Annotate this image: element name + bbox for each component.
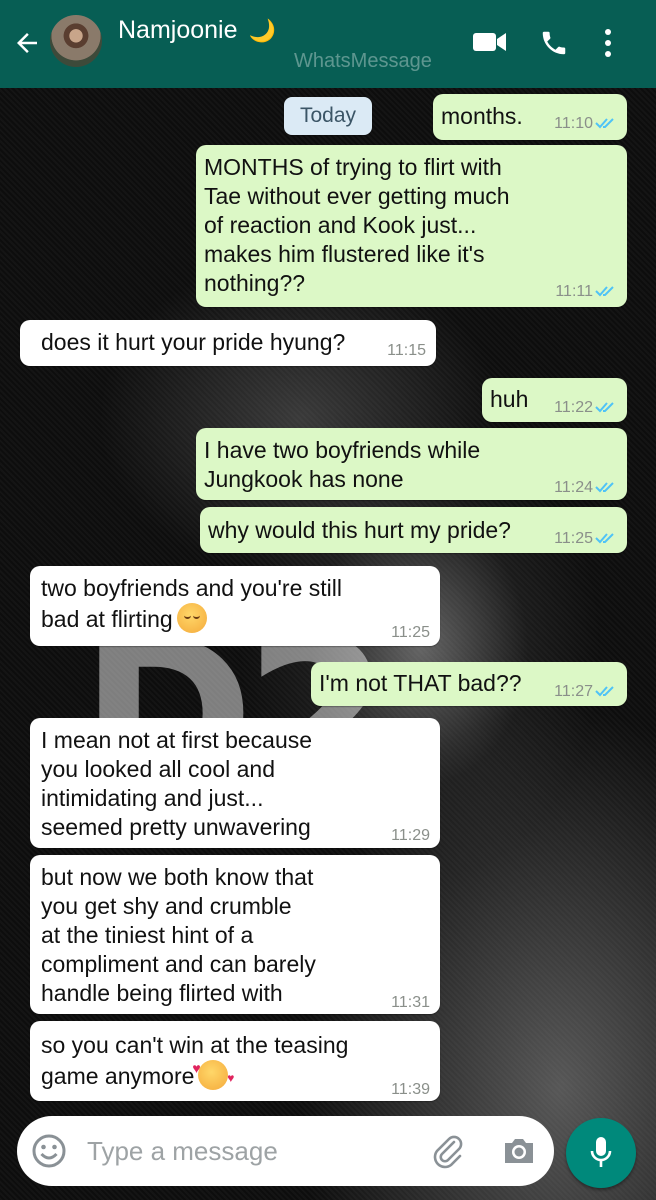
message-bubble-outgoing[interactable]: why would this hurt my pride? 11:25 — [200, 507, 627, 553]
read-receipt-icon — [595, 118, 614, 129]
message-time: 11:15 — [387, 342, 426, 359]
message-text: huh — [490, 386, 529, 412]
read-receipt-icon — [595, 533, 614, 544]
message-input[interactable]: Type a message — [87, 1136, 278, 1167]
message-bubble-incoming[interactable]: does it hurt your pride hyung? 11:15 — [20, 320, 436, 366]
message-text-line: of reaction and Kook just... — [204, 212, 477, 238]
message-text: I'm not THAT bad?? — [319, 670, 522, 696]
message-time: 11:24 — [554, 479, 593, 496]
paperclip-icon[interactable] — [430, 1133, 466, 1169]
message-bubble-incoming[interactable]: so you can't win at the teasing game any… — [30, 1021, 440, 1101]
message-text: game anymore — [41, 1063, 195, 1089]
read-receipt-icon — [595, 686, 614, 697]
read-receipt-icon — [595, 286, 614, 297]
crescent-moon-icon: 🌙 — [248, 18, 276, 43]
message-text: bad at flirting — [41, 606, 173, 632]
message-time: 11:27 — [554, 683, 593, 700]
message-bubble-outgoing[interactable]: MONTHS of trying to flirt with Tae witho… — [196, 145, 627, 307]
message-bubble-outgoing[interactable]: I have two boyfriends while Jungkook has… — [196, 428, 627, 500]
message-text-line: Jungkook has none — [204, 466, 404, 492]
camera-icon[interactable] — [501, 1133, 537, 1169]
microphone-icon — [590, 1137, 612, 1167]
message-bubble-incoming[interactable]: two boyfriends and you're still bad at f… — [30, 566, 440, 646]
contact-name-label[interactable]: Namjoonie 🌙 — [118, 16, 276, 45]
message-text-line-with-emoji: game anymore — [41, 1054, 348, 1093]
read-receipt-icon — [595, 402, 614, 413]
message-text-line: you get shy and crumble — [41, 893, 292, 919]
message-time: 11:25 — [554, 530, 593, 547]
message-text-line: at the tiniest hint of a — [41, 922, 254, 948]
message-text-line: two boyfriends and you're still — [41, 575, 342, 601]
message-time: 11:31 — [391, 994, 430, 1011]
read-receipt-icon — [595, 482, 614, 493]
emoji-picker-icon[interactable] — [31, 1133, 67, 1169]
message-bubble-incoming[interactable]: but now we both know that you get shy an… — [30, 855, 440, 1014]
message-text-line: MONTHS of trying to flirt with — [204, 154, 502, 180]
message-text-line: handle being flirted with — [41, 980, 283, 1006]
voice-record-button[interactable] — [566, 1118, 636, 1188]
message-text-line: Tae without ever getting much — [204, 183, 510, 209]
message-text-line: you looked all cool and — [41, 756, 275, 782]
video-call-icon[interactable] — [472, 28, 508, 56]
message-text-line: makes him flustered like it's — [204, 241, 485, 267]
message-text-line: intimidating and just... — [41, 785, 264, 811]
message-bubble-outgoing[interactable]: huh 11:22 — [482, 378, 627, 422]
voice-call-icon[interactable] — [539, 28, 569, 58]
message-text-line: nothing?? — [204, 270, 306, 296]
message-text-line: I have two boyfriends while — [204, 437, 481, 463]
app-watermark: WhatsMessage — [294, 50, 432, 72]
message-text: months. — [441, 103, 523, 129]
message-input-bar: Type a message — [17, 1116, 554, 1186]
message-text: does it hurt your pride hyung? — [41, 329, 346, 355]
chat-header: Namjoonie 🌙 WhatsMessage — [0, 0, 656, 88]
smiling-face-with-hearts-icon — [192, 1054, 234, 1093]
message-time: 11:10 — [554, 115, 593, 132]
message-text-line: I mean not at first because — [41, 727, 313, 753]
relieved-face-icon — [176, 603, 207, 633]
message-text-line: compliment and can barely — [41, 951, 316, 977]
contact-avatar[interactable] — [50, 15, 102, 67]
message-bubble-outgoing[interactable]: months. 11:10 — [433, 94, 627, 140]
message-bubble-incoming[interactable]: I mean not at first because you looked a… — [30, 718, 440, 848]
message-time: 11:25 — [391, 624, 430, 641]
message-bubble-outgoing[interactable]: I'm not THAT bad?? 11:27 — [311, 662, 627, 706]
message-time: 11:29 — [391, 827, 430, 844]
more-options-icon[interactable] — [602, 28, 614, 58]
message-time: 11:22 — [554, 399, 593, 416]
back-arrow-icon[interactable] — [12, 28, 42, 58]
message-text-line: seemed pretty unwavering — [41, 814, 311, 840]
message-text-line-with-emoji: bad at flirting — [41, 603, 342, 634]
message-text: why would this hurt my pride? — [208, 517, 511, 543]
message-text-line: but now we both know that — [41, 864, 314, 890]
contact-name: Namjoonie — [118, 16, 238, 44]
message-time: 11:39 — [391, 1081, 430, 1098]
date-divider: Today — [284, 97, 372, 135]
message-time: 11:11 — [555, 283, 593, 300]
